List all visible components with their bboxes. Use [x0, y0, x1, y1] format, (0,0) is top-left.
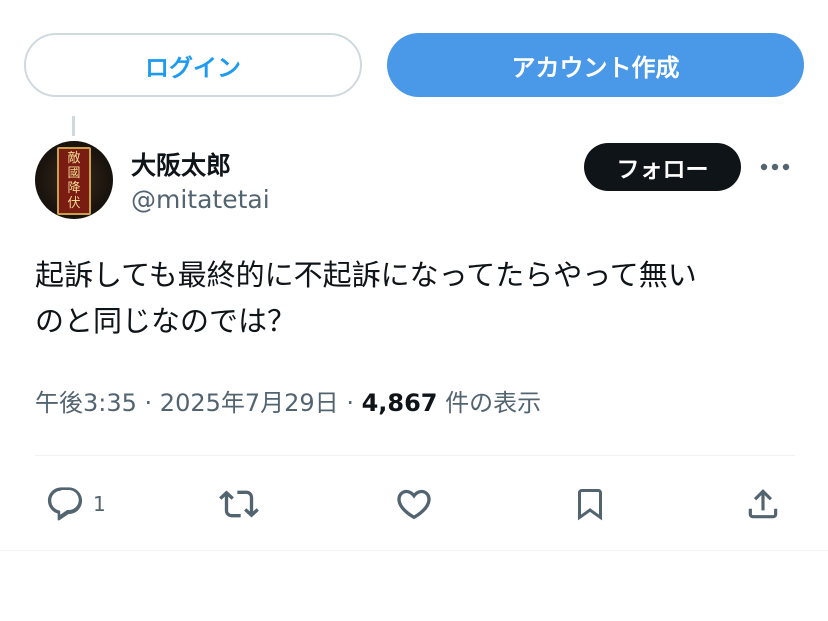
meta-separator: ·: [136, 389, 160, 417]
avatar-char: 降: [67, 181, 81, 196]
avatar-char: 國: [67, 166, 81, 181]
bookmark-icon: [578, 489, 602, 521]
signup-button[interactable]: アカウント作成: [387, 33, 804, 97]
like-button[interactable]: [394, 484, 434, 524]
tweet-text-line: 起訴しても最終的に不起訴になってたらやって無い: [35, 258, 697, 292]
avatar-char: 伏: [67, 196, 81, 211]
reply-button[interactable]: 1: [45, 484, 106, 524]
retweet-icon: [219, 490, 259, 518]
display-name[interactable]: 大阪太郎: [131, 146, 231, 182]
divider: [0, 550, 828, 551]
share-button[interactable]: [744, 484, 782, 524]
share-icon: [748, 489, 778, 519]
avatar-plaque: 敵 國 降 伏: [57, 147, 91, 215]
retweet-button[interactable]: [218, 484, 260, 524]
like-icon: [397, 489, 431, 520]
meta-separator: ·: [338, 389, 362, 417]
avatar[interactable]: 敵 國 降 伏: [35, 141, 113, 219]
tweet-text-line: のと同じなのでは？: [35, 304, 297, 338]
tweet-text: 起訴しても最終的に不起訴になってたらやって無い のと同じなのでは？: [35, 252, 795, 344]
view-label: 件の表示: [437, 389, 542, 417]
follow-button[interactable]: フォロー: [584, 143, 741, 191]
more-options-icon[interactable]: [759, 155, 791, 179]
thread-connector: [72, 116, 75, 136]
reply-icon: [47, 487, 83, 521]
tweet-page: ログイン アカウント作成 敵 國 降 伏 大阪太郎 @mitatetai フォロ…: [0, 0, 828, 621]
avatar-char: 敵: [67, 151, 81, 166]
tweet-time[interactable]: 午後3:35: [35, 389, 137, 417]
divider: [35, 455, 795, 456]
view-count: 4,867: [361, 389, 438, 417]
tweet-meta: 午後3:35 · 2025年7月29日 · 4,867 件の表示: [35, 383, 541, 418]
bookmark-button[interactable]: [572, 484, 608, 524]
user-handle[interactable]: @mitatetai: [131, 185, 270, 214]
login-button[interactable]: ログイン: [24, 33, 362, 97]
auth-bar: ログイン アカウント作成: [24, 33, 804, 97]
reply-count: 1: [93, 492, 106, 516]
tweet-date[interactable]: 2025年7月29日: [160, 389, 339, 417]
